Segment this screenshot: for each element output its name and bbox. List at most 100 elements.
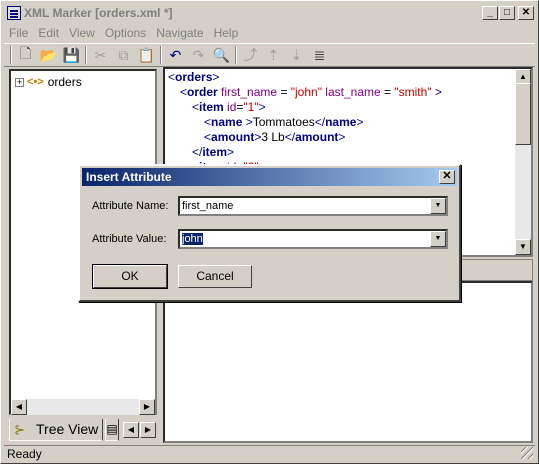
copy-icon[interactable]: ⧉ (112, 44, 135, 66)
xml-token: = (277, 85, 291, 99)
attribute-value-label: Attribute Value: (92, 233, 167, 245)
tab-tree-view-label: Tree View (36, 421, 99, 437)
find-icon[interactable]: 🔍 (210, 44, 233, 66)
xml-token: item (199, 100, 228, 114)
tree-horizontal-scrollbar[interactable]: ◀ ▶ (11, 399, 155, 415)
menu-bar: File Edit View Options Navigate Help (4, 23, 243, 42)
status-bar: Ready (4, 445, 535, 461)
chevron-down-icon[interactable]: ▼ (430, 198, 446, 214)
indent-icon[interactable]: ≣ (308, 44, 331, 66)
toolbar-separator (85, 46, 87, 64)
attribute-value-input[interactable]: john (182, 233, 203, 245)
open-folder-icon[interactable]: 📂 (37, 44, 60, 66)
tab-scroll-left-icon[interactable]: ◀ (123, 422, 139, 438)
tree-node-label[interactable]: orders (48, 75, 82, 89)
xml-token: "1" (243, 100, 259, 114)
toolbar-separator (160, 46, 162, 64)
xml-token: </ (192, 145, 203, 159)
view-tabs: ⊱ Tree View ▤ ◀ ▶ (9, 419, 161, 443)
redo-icon[interactable]: ↷ (187, 44, 210, 66)
xml-line[interactable]: <item id="1"> (192, 100, 266, 114)
xml-token: < (192, 100, 200, 114)
insert-attribute-dialog: Insert Attribute ✕ Attribute Name: first… (78, 164, 461, 302)
dialog-close-button[interactable]: ✕ (439, 170, 455, 184)
xml-token: id (227, 100, 237, 114)
xml-line[interactable]: </item> (192, 145, 234, 159)
lower-pane[interactable] (163, 281, 533, 443)
xml-token: amount (295, 130, 339, 144)
xml-line[interactable]: <amount>3 Lb</amount> (204, 130, 345, 144)
scroll-thumb[interactable] (515, 83, 531, 145)
cancel-button[interactable]: Cancel (178, 265, 252, 288)
menu-file[interactable]: File (4, 26, 33, 40)
xml-token: last_name (321, 85, 381, 99)
xml-token: > (258, 100, 266, 114)
maximize-button[interactable]: □ (499, 6, 515, 20)
tab-second[interactable]: ▤ (105, 419, 119, 441)
ok-button[interactable]: OK (92, 264, 168, 289)
xml-token: > (431, 85, 442, 99)
chevron-down-icon[interactable]: ▼ (430, 231, 446, 247)
xml-token: < (180, 85, 188, 99)
xml-token: order (187, 85, 222, 99)
menu-navigate[interactable]: Navigate (151, 26, 208, 40)
xml-token: > (242, 115, 253, 129)
tab-tree-view[interactable]: ⊱ Tree View (9, 419, 103, 441)
scroll-left-icon[interactable]: ◀ (11, 399, 27, 415)
dialog-title-bar: Insert Attribute ✕ (82, 168, 457, 186)
xml-token: > (338, 130, 346, 144)
tree-node-orders[interactable]: + <•> orders (15, 75, 82, 89)
xml-token: item (202, 145, 228, 159)
xml-token: 3 Lb (261, 130, 285, 144)
attribute-name-label: Attribute Name: (92, 200, 169, 212)
close-button[interactable]: ✕ (518, 6, 534, 20)
status-text: Ready (7, 447, 42, 461)
xml-token: = (380, 85, 395, 99)
toolbar-separator (235, 46, 237, 64)
attribute-name-combo[interactable]: first_name ▼ (178, 196, 448, 216)
dialog-title: Insert Attribute (86, 170, 172, 184)
cut-icon[interactable]: ✂ (89, 44, 112, 66)
app-window: XML Marker [orders.xml *] _ □ ✕ File Edi… (0, 0, 539, 464)
xml-token: orders (175, 70, 213, 84)
xml-token: < (168, 70, 176, 84)
tab-scroll-right-icon[interactable]: ▶ (140, 422, 156, 438)
menu-options[interactable]: Options (100, 26, 151, 40)
app-icon (7, 6, 21, 20)
xml-token: > (356, 115, 364, 129)
new-file-icon[interactable]: 🗋 (14, 44, 37, 66)
xml-token: < (204, 130, 212, 144)
undo-icon[interactable]: ↶ (164, 44, 187, 66)
scroll-right-icon[interactable]: ▶ (139, 399, 155, 415)
scroll-down-icon[interactable]: ▼ (515, 239, 531, 255)
xml-token: < (204, 115, 212, 129)
xml-token: > (212, 70, 220, 84)
xml-token: name (211, 115, 243, 129)
save-icon[interactable]: 💾 (60, 44, 83, 66)
xml-line[interactable]: <orders> (168, 70, 219, 84)
attribute-value-combo[interactable]: john ▼ (178, 229, 448, 249)
paste-icon[interactable]: 📋 (135, 44, 158, 66)
xml-token: "john" (290, 85, 322, 99)
move-up-icon[interactable]: ⇡ (262, 44, 285, 66)
title-bar: XML Marker [orders.xml *] _ □ ✕ (4, 4, 535, 22)
xml-token: name (325, 115, 357, 129)
tree-view-icon: ⊱ (14, 422, 25, 437)
move-down-icon[interactable]: ⇣ (285, 44, 308, 66)
add-child-icon[interactable]: ⤴ (239, 44, 262, 66)
minimize-button[interactable]: _ (482, 6, 498, 20)
xml-line[interactable]: <name >Tommatoes</name> (204, 115, 363, 129)
menu-help[interactable]: Help (209, 26, 244, 40)
xml-token: > (227, 145, 235, 159)
window-title: XML Marker [orders.xml *] (24, 6, 173, 20)
xml-token: "smith" (394, 85, 432, 99)
editor-vertical-scrollbar[interactable]: ▲ ▼ (515, 69, 531, 255)
menu-view[interactable]: View (64, 26, 100, 40)
resize-grip[interactable] (521, 447, 533, 459)
xml-token: </ (284, 130, 296, 144)
menu-edit[interactable]: Edit (33, 26, 64, 40)
expand-icon[interactable]: + (15, 77, 24, 87)
toolbar-grip (10, 46, 12, 64)
attribute-name-value[interactable]: first_name (182, 200, 233, 212)
xml-line[interactable]: <order first_name = "john" last_name = "… (180, 85, 442, 99)
